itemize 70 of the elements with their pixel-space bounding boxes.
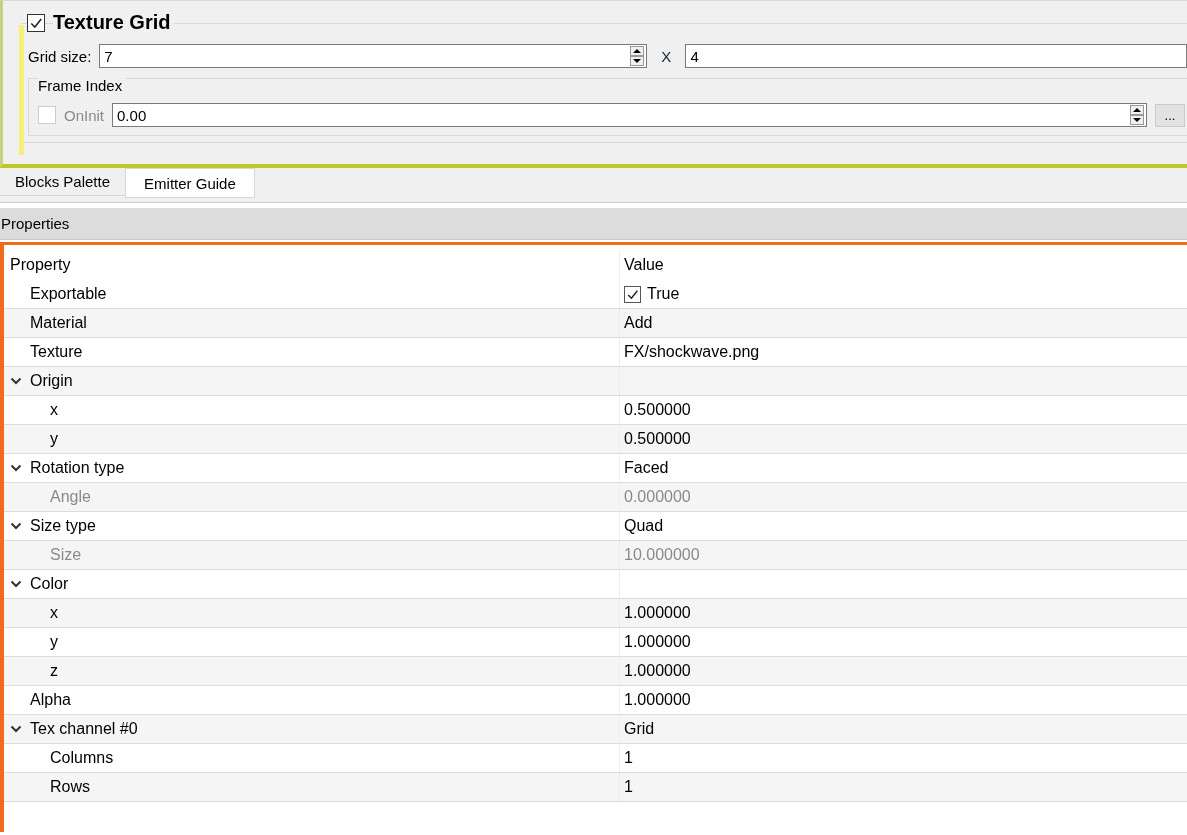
field-label: Grid size: bbox=[28, 47, 92, 65]
property-row[interactable]: Rows 1 bbox=[4, 773, 1187, 802]
property-name: Texture bbox=[30, 343, 83, 361]
property-row[interactable]: Alpha 1.000000 bbox=[4, 686, 1187, 715]
chevron-down-icon[interactable] bbox=[10, 723, 22, 735]
property-row[interactable]: y 1.000000 bbox=[4, 628, 1187, 657]
separator-label: X bbox=[661, 47, 672, 65]
spin-arrows-icon[interactable] bbox=[630, 46, 645, 66]
spin-arrows-icon[interactable] bbox=[1130, 105, 1144, 125]
property-value: 1.000000 bbox=[624, 633, 691, 651]
tab[interactable]: Emitter Guide bbox=[125, 168, 255, 198]
property-row[interactable]: x 1.000000 bbox=[4, 599, 1187, 628]
panel-header: Properties bbox=[0, 208, 1187, 240]
property-name: Origin bbox=[30, 372, 73, 390]
property-value: 0.500000 bbox=[624, 430, 691, 448]
property-name: Material bbox=[30, 314, 87, 332]
property-value: Faced bbox=[624, 459, 669, 477]
property-value: 1.000000 bbox=[624, 691, 691, 709]
property-name: Tex channel #0 bbox=[30, 720, 138, 738]
property-row[interactable]: Size type Quad bbox=[4, 512, 1187, 541]
property-row[interactable]: x 0.500000 bbox=[4, 396, 1187, 425]
property-value: FX/shockwave.png bbox=[624, 343, 760, 361]
property-name: y bbox=[50, 430, 58, 448]
property-row[interactable]: Tex channel #0 Grid bbox=[4, 715, 1187, 744]
property-name: x bbox=[50, 604, 58, 622]
chevron-down-icon[interactable] bbox=[10, 578, 22, 590]
chevron-down-icon[interactable] bbox=[10, 375, 22, 387]
chevron-down-icon[interactable] bbox=[10, 462, 22, 474]
property-name: Exportable bbox=[30, 285, 107, 303]
property-row[interactable]: Texture FX/shockwave.png bbox=[4, 338, 1187, 367]
checkbox[interactable] bbox=[27, 13, 45, 32]
spin-field[interactable]: 0.00 bbox=[112, 103, 1147, 127]
group-title: Frame Index bbox=[38, 77, 127, 94]
property-row[interactable]: z 1.000000 bbox=[4, 657, 1187, 686]
chevron-down-icon[interactable] bbox=[10, 520, 22, 532]
column-header: Value bbox=[623, 255, 665, 275]
property-value: True bbox=[647, 285, 680, 303]
property-value: 0.000000 bbox=[624, 488, 691, 506]
property-value: Quad bbox=[624, 517, 664, 535]
property-row[interactable]: Material Add bbox=[4, 309, 1187, 338]
property-row[interactable]: Color bbox=[4, 570, 1187, 599]
spin-field[interactable]: 4 bbox=[685, 44, 1187, 68]
property-name: Rows bbox=[50, 778, 90, 796]
property-value: 10.000000 bbox=[624, 546, 700, 564]
property-row[interactable]: Exportable True bbox=[4, 280, 1187, 309]
property-value: Add bbox=[624, 314, 653, 332]
property-row[interactable]: Columns 1 bbox=[4, 744, 1187, 773]
property-value: 1 bbox=[624, 778, 633, 796]
more-button[interactable]: ... bbox=[1155, 103, 1185, 127]
property-row[interactable]: Origin bbox=[4, 367, 1187, 396]
property-value: Grid bbox=[624, 720, 655, 738]
property-name: Columns bbox=[50, 749, 114, 767]
property-value: 1 bbox=[624, 749, 633, 767]
property-value: 0.500000 bbox=[624, 401, 691, 419]
property-name: x bbox=[50, 401, 58, 419]
checkbox-label: OnInit bbox=[64, 106, 105, 124]
checkbox[interactable] bbox=[624, 285, 641, 303]
property-value: 1.000000 bbox=[624, 604, 691, 622]
spin-field[interactable]: 7 bbox=[99, 44, 648, 68]
property-name: z bbox=[50, 662, 58, 680]
property-name: Alpha bbox=[30, 691, 71, 709]
property-name: y bbox=[50, 633, 58, 651]
property-name: Size bbox=[50, 546, 82, 564]
property-row[interactable]: Rotation type Faced bbox=[4, 454, 1187, 483]
property-name: Angle bbox=[50, 488, 91, 506]
property-name: Size type bbox=[30, 517, 96, 535]
property-name: Rotation type bbox=[30, 459, 125, 477]
property-value: 1.000000 bbox=[624, 662, 691, 680]
property-row[interactable]: y 0.500000 bbox=[4, 425, 1187, 454]
property-name: Color bbox=[30, 575, 69, 593]
